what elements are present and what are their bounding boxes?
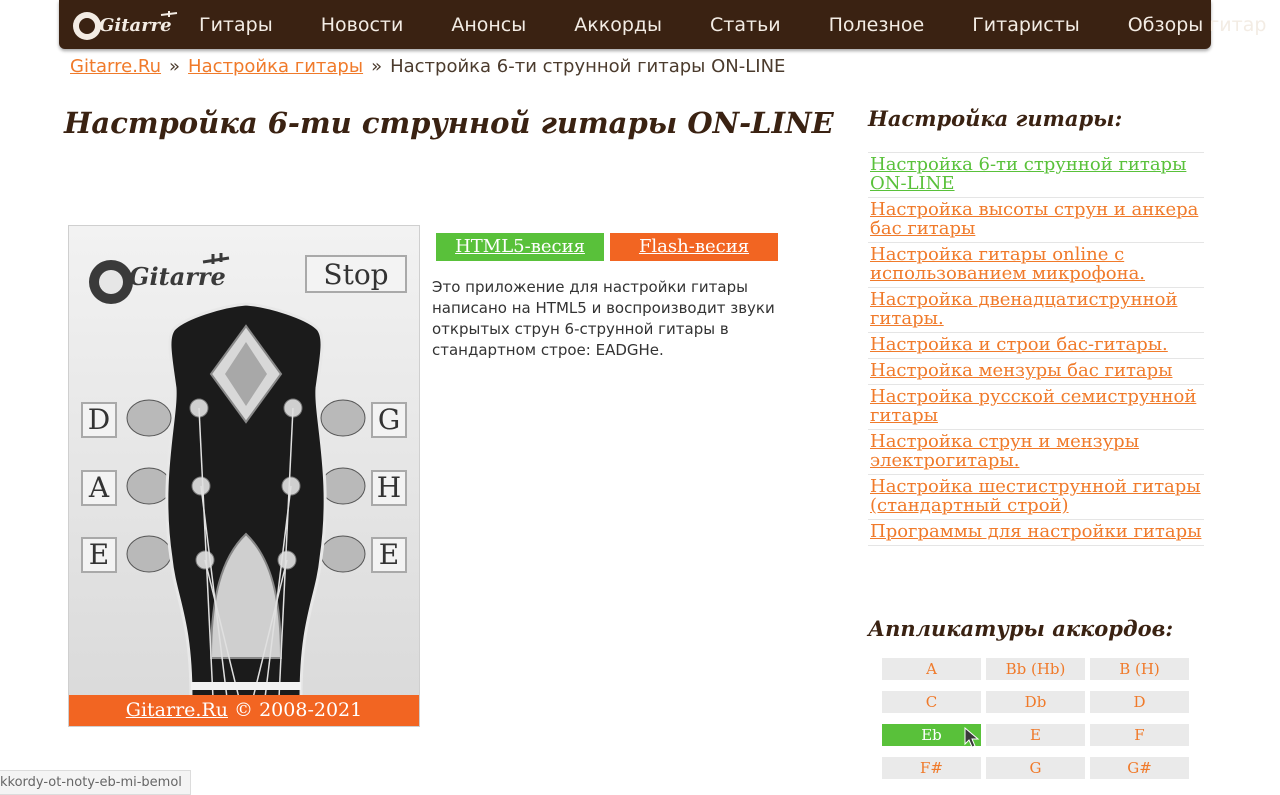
html5-version-button[interactable]: HTML5-весия bbox=[436, 233, 604, 261]
tuning-links-list: Настройка 6-ти струнной гитары ON-LINE Н… bbox=[868, 152, 1204, 546]
tuning-link[interactable]: Настройка русской семиструнной гитары bbox=[870, 386, 1196, 426]
list-item: Настройка высоты струн и анкера бас гита… bbox=[868, 198, 1204, 243]
breadcrumb-separator: » bbox=[371, 56, 383, 77]
svg-text:Gitarre: Gitarre bbox=[99, 15, 172, 36]
page-title: Настройка 6-ти струнной гитары ON-LINE bbox=[64, 106, 834, 140]
chord-button-a[interactable]: A bbox=[882, 658, 981, 680]
tuning-link[interactable]: Настройка двенадцатиструнной гитары. bbox=[870, 289, 1177, 329]
tuning-link[interactable]: Настройка 6-ти струнной гитары ON-LINE bbox=[870, 154, 1186, 194]
chords-section-title: Аппликатуры аккордов: bbox=[868, 616, 1174, 641]
top-navigation: Gitarre Гитары Новости Анонсы Аккорды Ст… bbox=[59, 0, 1266, 49]
tuning-section-title: Настройка гитары: bbox=[868, 106, 1123, 131]
chord-button-f-sharp[interactable]: F# bbox=[882, 757, 981, 779]
chord-button-c[interactable]: C bbox=[882, 691, 981, 713]
list-item: Настройка шестиструнной гитары (стандарт… bbox=[868, 475, 1204, 520]
tuning-link[interactable]: Настройка и строи бас-гитары. bbox=[870, 334, 1168, 355]
string-button-low-e[interactable]: E bbox=[81, 537, 117, 573]
chord-button-d[interactable]: D bbox=[1090, 691, 1189, 713]
chord-button-g-sharp[interactable]: G# bbox=[1090, 757, 1189, 779]
list-item: Программы для настройки гитары bbox=[868, 520, 1204, 546]
string-button-a[interactable]: A bbox=[81, 470, 117, 506]
list-item: Настройка и строи бас-гитары. bbox=[868, 333, 1204, 359]
list-item: Настройка мензуры бас гитары bbox=[868, 359, 1204, 385]
breadcrumb-section-link[interactable]: Настройка гитары bbox=[188, 56, 363, 77]
nav-item-guitarists[interactable]: Гитаристы bbox=[948, 14, 1104, 36]
guitar-headstock-image bbox=[126, 302, 366, 698]
breadcrumb: Gitarre.Ru » Настройка гитары » Настройка 6-… bbox=[70, 56, 785, 77]
gitarre-logo[interactable]: Gitarre bbox=[69, 3, 181, 45]
nav-item-guitars[interactable]: Гитары bbox=[199, 14, 297, 36]
chord-grid: A Bb (Hb) B (H) C Db D Eb E F F# G G# bbox=[882, 658, 1192, 779]
nav-item-useful[interactable]: Полезное bbox=[805, 14, 949, 36]
list-item: Настройка 6-ти струнной гитары ON-LINE bbox=[868, 152, 1204, 198]
list-item: Настройка гитары online с использованием… bbox=[868, 243, 1204, 288]
list-item: Настройка струн и мензуры электрогитары. bbox=[868, 430, 1204, 475]
nav-item-announcements[interactable]: Анонсы bbox=[427, 14, 550, 36]
string-button-h[interactable]: H bbox=[371, 470, 407, 506]
app-description: Это приложение для настройки гитары напи… bbox=[432, 278, 775, 359]
nav-item-guitar-reviews[interactable]: Обзоры гитар bbox=[1104, 14, 1280, 36]
svg-text:Gitarre: Gitarre bbox=[129, 262, 226, 291]
footer-site-link[interactable]: Gitarre.Ru bbox=[126, 699, 228, 721]
tuning-link[interactable]: Настройка шестиструнной гитары (стандарт… bbox=[870, 476, 1201, 516]
stop-button[interactable]: Stop bbox=[305, 255, 407, 293]
nav-item-articles[interactable]: Статьи bbox=[686, 14, 805, 36]
flash-version-button[interactable]: Flash-весия bbox=[610, 233, 778, 261]
breadcrumb-home-link[interactable]: Gitarre.Ru bbox=[70, 56, 161, 77]
guitar-tuner-widget: Gitarre Stop D A E G H E Gitarre.Ru © 20… bbox=[68, 225, 420, 727]
tuner-footer: Gitarre.Ru © 2008-2021 bbox=[69, 695, 419, 726]
tuning-link[interactable]: Настройка струн и мензуры электрогитары. bbox=[870, 431, 1139, 471]
nav-menu: Гитары Новости Анонсы Аккорды Статьи Пол… bbox=[199, 0, 1280, 49]
list-item: Настройка русской семиструнной гитары bbox=[868, 385, 1204, 430]
chord-button-b[interactable]: B (H) bbox=[1090, 658, 1189, 680]
string-button-g[interactable]: G bbox=[371, 402, 407, 438]
list-item: Настройка двенадцатиструнной гитары. bbox=[868, 288, 1204, 333]
status-bar-url: kkordy-ot-noty-eb-mi-bemol bbox=[0, 770, 191, 795]
tuning-link[interactable]: Программы для настройки гитары bbox=[870, 521, 1201, 542]
footer-copyright: © 2008-2021 bbox=[234, 699, 363, 721]
chord-button-g[interactable]: G bbox=[986, 757, 1085, 779]
breadcrumb-separator: » bbox=[169, 56, 181, 77]
string-button-high-e[interactable]: E bbox=[371, 537, 407, 573]
tuning-link[interactable]: Настройка гитары online с использованием… bbox=[870, 244, 1145, 284]
nav-item-chords[interactable]: Аккорды bbox=[550, 14, 686, 36]
tuning-link[interactable]: Настройка мензуры бас гитары bbox=[870, 360, 1173, 381]
chord-button-f[interactable]: F bbox=[1090, 724, 1189, 746]
breadcrumb-current: Настройка 6-ти струнной гитары ON-LINE bbox=[390, 56, 786, 77]
tuning-link[interactable]: Настройка высоты струн и анкера бас гита… bbox=[870, 199, 1198, 239]
nav-item-news[interactable]: Новости bbox=[297, 14, 428, 36]
string-button-d[interactable]: D bbox=[81, 402, 117, 438]
mouse-cursor-icon bbox=[964, 727, 980, 748]
chord-button-bb[interactable]: Bb (Hb) bbox=[986, 658, 1085, 680]
chord-button-e[interactable]: E bbox=[986, 724, 1085, 746]
chord-button-db[interactable]: Db bbox=[986, 691, 1085, 713]
